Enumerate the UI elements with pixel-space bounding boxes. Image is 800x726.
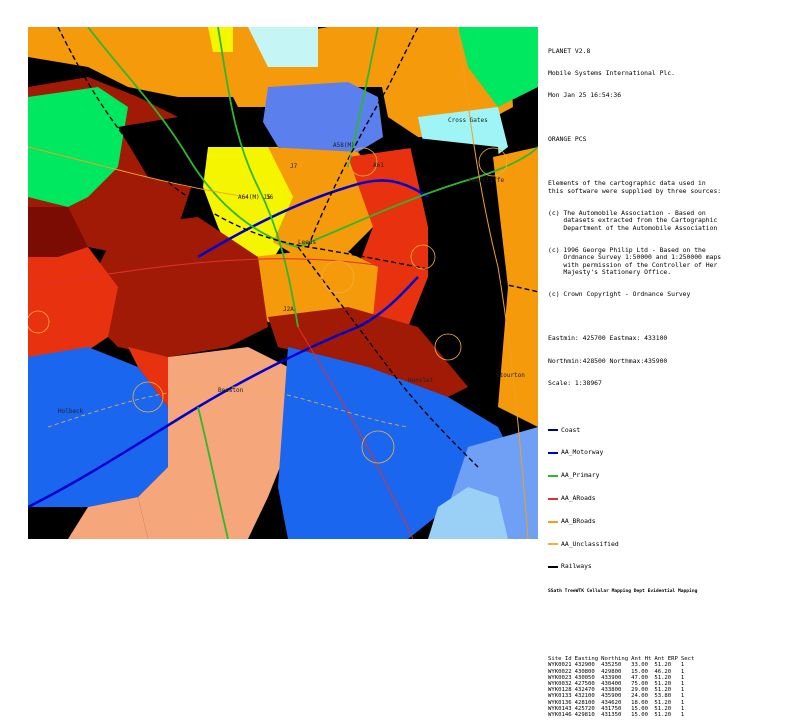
label-hunslet: Hunslet: [408, 377, 434, 384]
label-a64m: A64(M) J5: [238, 194, 271, 201]
label-j2a: J2A: [283, 306, 294, 313]
table-cell: WYK0022: [548, 668, 572, 675]
legend-item: AA_Motorway: [548, 449, 788, 457]
table-cell: 1: [680, 712, 685, 719]
label-stourton: Stourton: [496, 372, 525, 379]
legend-item: AA_Primary: [548, 471, 788, 480]
legend-item: AA_BRoads: [548, 516, 788, 526]
label-cross-gates: Cross Gates: [448, 117, 488, 124]
timestamp: Mon Jan 25 16:54:36: [548, 91, 622, 100]
legend-swatch-broads: [548, 520, 558, 523]
credits-source-b: (c) 1996 George Philip Ltd - Based on th…: [548, 245, 722, 277]
table-row[interactable]: WYK0146 429810 431350 15.00 51.20 1: [548, 712, 697, 718]
legend-label: AA_Primary: [561, 471, 600, 480]
table-cell: WYK0133: [548, 693, 572, 700]
legend-swatch-railways: [548, 566, 558, 569]
legend-swatch-coast: [548, 429, 558, 432]
extent-northings: Northmin:428500 Northmax:435900: [548, 356, 668, 365]
table-cell: 51.20: [654, 712, 672, 719]
sites-table-body: WYK0021 432900 435250 33.00 51.20 1 WYK0022 430…: [548, 662, 697, 718]
label-leeds: Leeds: [298, 239, 316, 246]
extent-eastings: Eastmin: 425700 Eastmax: 433100: [548, 334, 668, 343]
coverage-regions: [28, 27, 538, 539]
legend-label: AA_Motorway: [561, 448, 604, 457]
credits-intro: Elements of the cartographic data used i…: [548, 179, 722, 195]
app-title: PLANET V2.8: [548, 46, 591, 55]
legend-item: Railways: [548, 563, 788, 571]
legend-label: AA_Unclassified: [561, 539, 619, 548]
table-cell: 429810: [574, 712, 595, 719]
table-cell: 431350: [601, 712, 622, 719]
map-legend: Coast AA_Motorway AA_Primary AA_ARoads A…: [548, 412, 788, 611]
credits-source-a: (c) The Automobile Association - Based o…: [548, 208, 718, 232]
table-cell: WYK0136: [548, 699, 572, 706]
legend-item: AA_Unclassified: [548, 540, 788, 548]
legend-item: AA_ARoads: [548, 494, 788, 503]
label-beeston: Beeston: [218, 387, 244, 394]
legend-swatch-unclassified: [548, 543, 558, 546]
table-cell: 15.00: [631, 712, 648, 719]
sites-table: Site Id Easting Northing Ant Ht Ant ERP …: [548, 656, 697, 718]
map-scale: Scale: 1:38967: [548, 378, 602, 387]
label-j7: J7: [290, 163, 298, 170]
legend-label: AA_BRoads: [561, 516, 596, 525]
coverage-map-canvas[interactable]: Leeds Beeston J6 J7 J2A A58(M) A64(M) J5…: [28, 27, 538, 539]
legend-swatch-motorway: [548, 452, 558, 455]
table-cell: WYK0021: [548, 662, 572, 669]
coverage-map[interactable]: Leeds Beeston J6 J7 J2A A58(M) A64(M) J5…: [28, 27, 538, 539]
label-swarcliffe: Swarcliffe: [468, 177, 505, 184]
legend-footer: SSath TreeWTK Cellular Mapping Dept Evid…: [548, 589, 698, 594]
label-a58m: A58(M): [333, 142, 355, 149]
table-cell: WYK0146: [548, 712, 572, 719]
legend-swatch-primary: [548, 474, 558, 477]
legend-item: Coast: [548, 426, 788, 434]
network-name: ORANGE PCS: [548, 135, 587, 144]
legend-label: Coast: [561, 425, 581, 434]
legend-swatch-aroads: [548, 497, 558, 500]
credits-source-c: (c) Crown Copyright - Ordnance Survey: [548, 290, 691, 299]
legend-label: AA_ARoads: [561, 494, 596, 503]
company-name: Mobile Systems International Plc.: [548, 69, 675, 78]
label-holbeck: Holbeck: [58, 408, 84, 415]
label-a61: A61: [373, 162, 384, 169]
info-panel: PLANET V2.8 Mobile Systems International…: [548, 33, 788, 726]
